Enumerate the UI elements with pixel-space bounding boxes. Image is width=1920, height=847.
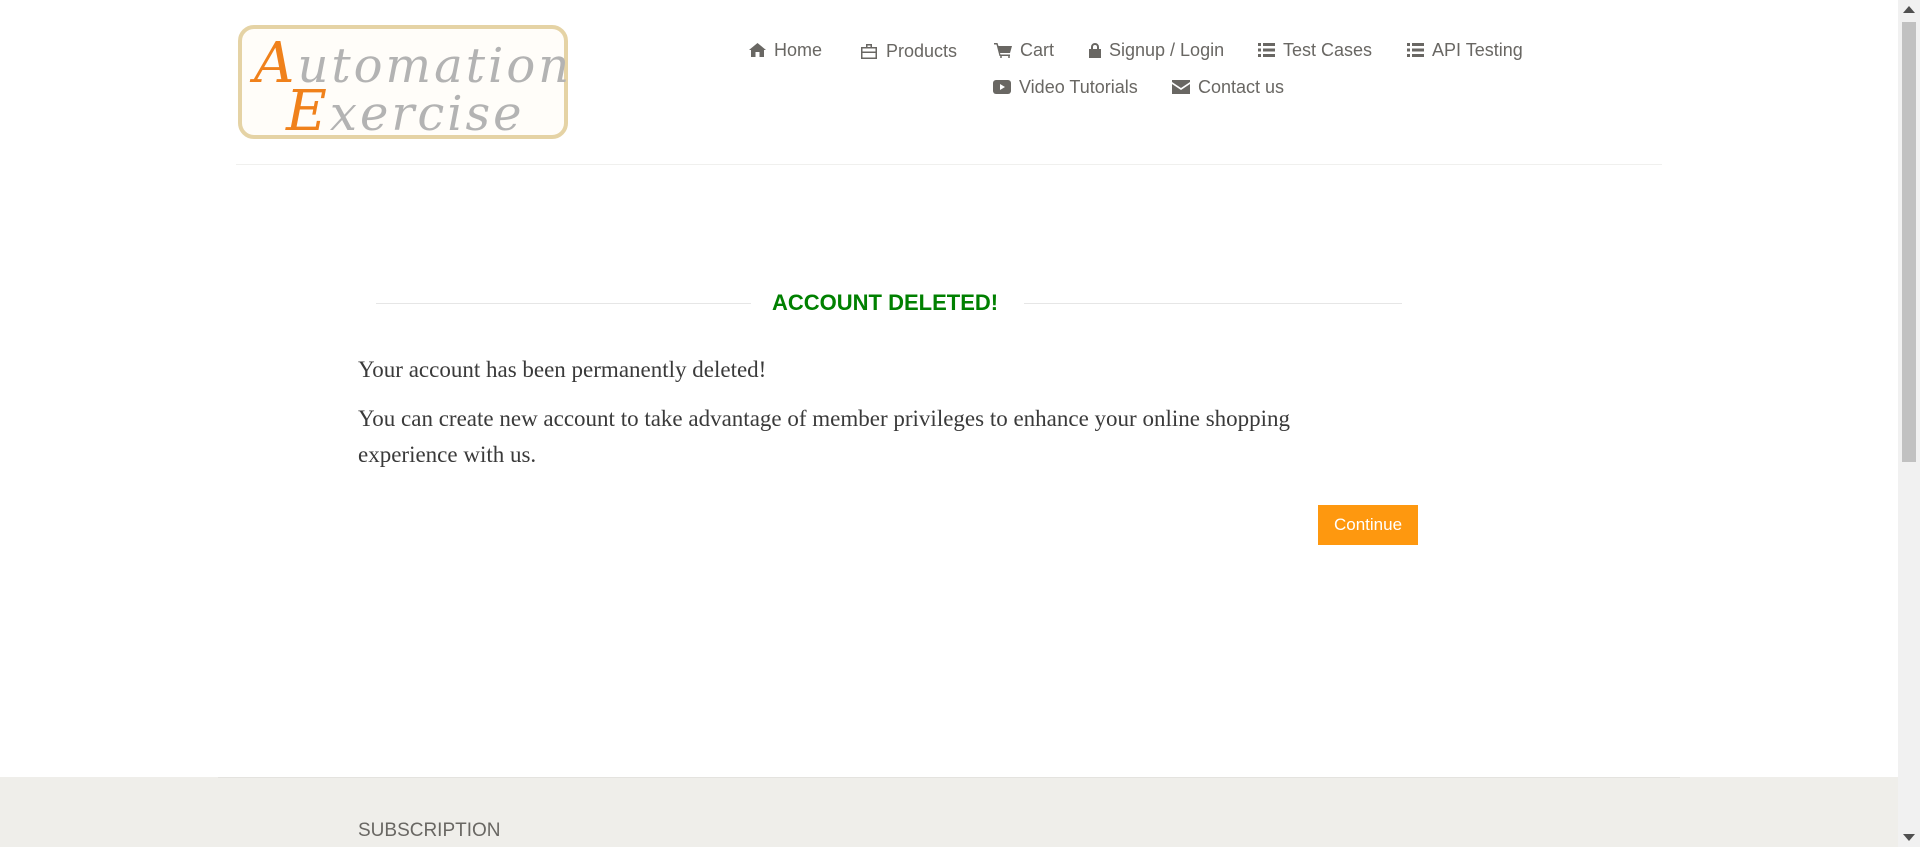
- list-icon: [1407, 43, 1424, 57]
- header-divider: [236, 164, 1662, 165]
- account-deleted-heading: ACCOUNT DELETED!: [376, 288, 1402, 318]
- nav-cart[interactable]: Cart: [994, 38, 1054, 62]
- nav-home-label: Home: [774, 39, 823, 60]
- nav-test-cases-label: Test Cases: [1283, 39, 1373, 60]
- home-icon: [749, 43, 766, 57]
- scroll-down-arrow-icon[interactable]: [1903, 834, 1915, 841]
- heading-rule-right: [1024, 303, 1402, 304]
- vertical-scrollbar[interactable]: [1898, 0, 1920, 847]
- continue-button[interactable]: Continue: [1318, 505, 1418, 545]
- page-title: ACCOUNT DELETED!: [772, 290, 999, 315]
- envelope-icon: [1172, 80, 1190, 94]
- nav-signup-login[interactable]: Signup / Login: [1089, 38, 1224, 62]
- heading-rule-left: [376, 303, 751, 304]
- footer-divider: [218, 777, 1680, 778]
- briefcase-icon: [861, 43, 877, 59]
- nav-contact-us-label: Contact us: [1198, 76, 1285, 97]
- new-account-message: You can create new account to take advan…: [358, 406, 1291, 467]
- nav-products[interactable]: Products: [860, 39, 957, 63]
- nav-cart-label: Cart: [1020, 39, 1055, 60]
- scroll-up-arrow-icon[interactable]: [1903, 6, 1915, 13]
- subscription-heading: SUBSCRIPTION: [358, 820, 501, 841]
- list-icon: [1258, 43, 1275, 57]
- scrollbar-thumb[interactable]: [1902, 22, 1916, 462]
- nav-api-testing[interactable]: API Testing: [1407, 38, 1523, 62]
- nav-products-label: Products: [886, 40, 958, 61]
- footer: SUBSCRIPTION: [0, 777, 1898, 847]
- nav-home[interactable]: Home: [749, 38, 822, 62]
- nav-test-cases[interactable]: Test Cases: [1258, 38, 1372, 62]
- lock-icon: [1089, 42, 1101, 58]
- nav-api-testing-label: API Testing: [1432, 39, 1523, 60]
- nav-video-tutorials[interactable]: Video Tutorials: [993, 75, 1138, 99]
- cart-icon: [994, 42, 1012, 58]
- nav-video-tutorials-label: Video Tutorials: [1019, 76, 1138, 97]
- nav-signup-login-label: Signup / Login: [1109, 39, 1225, 60]
- nav-contact-us[interactable]: Contact us: [1172, 75, 1284, 99]
- site-header: Automation Exercise Home Products Cart S…: [0, 0, 1898, 166]
- site-logo[interactable]: Automation Exercise: [238, 25, 569, 144]
- deletion-message: Your account has been permanently delete…: [358, 357, 767, 382]
- logo-line-2: Exercise: [286, 79, 525, 144]
- youtube-icon: [993, 80, 1011, 94]
